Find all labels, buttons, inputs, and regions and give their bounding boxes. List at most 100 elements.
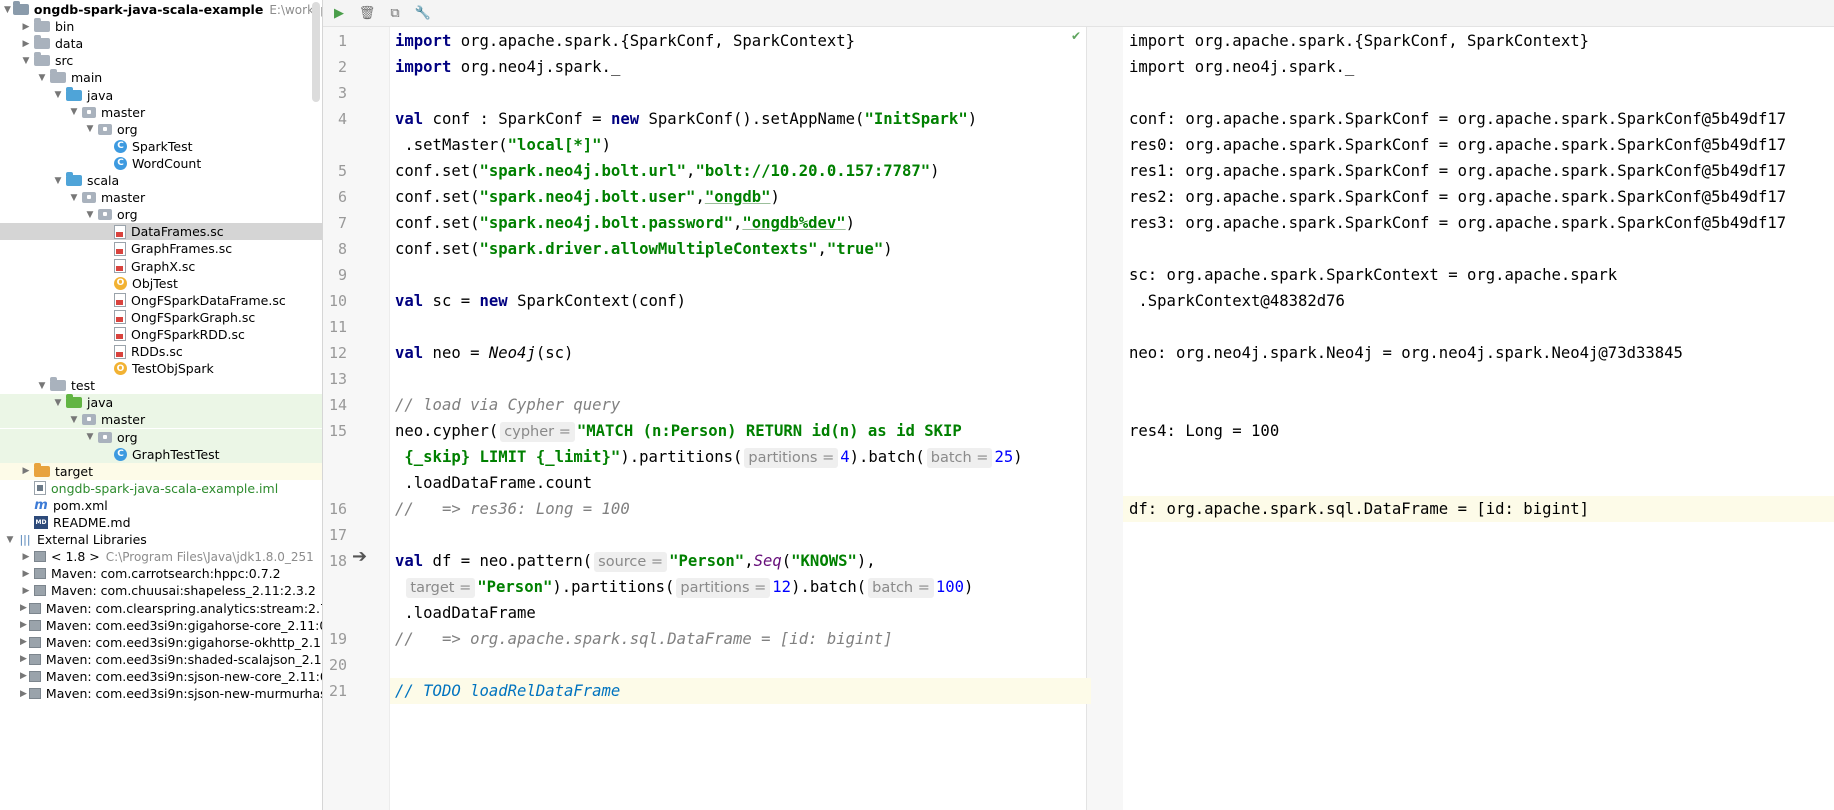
settings-button[interactable]: 🔧: [411, 1, 435, 25]
line-number: 20: [328, 656, 347, 674]
code-line[interactable]: target = "Person").partitions(partitions …: [395, 574, 973, 600]
expand-down-icon[interactable]: ▼: [84, 429, 96, 446]
expand-down-icon[interactable]: ▼: [4, 1, 11, 18]
expand-right-icon[interactable]: ▶: [20, 18, 32, 35]
expand-right-icon[interactable]: ▶: [20, 617, 27, 634]
code-line[interactable]: // => org.apache.spark.sql.DataFrame = […: [395, 626, 893, 652]
code-line[interactable]: val sc = new SparkContext(conf): [395, 288, 686, 314]
tree-item[interactable]: ▶ Maven: com.chuusai:shapeless_2.11:2.3.2: [0, 582, 322, 599]
expand-down-icon[interactable]: ▼: [68, 189, 80, 206]
expand-right-icon[interactable]: ▶: [20, 548, 32, 565]
expand-right-icon[interactable]: ▶: [20, 634, 27, 651]
copy-button[interactable]: ⧉: [383, 1, 407, 25]
tree-item[interactable]: ▼ java: [0, 394, 322, 412]
code-line[interactable]: conf.set("spark.neo4j.bolt.password","on…: [395, 210, 855, 236]
expand-down-icon[interactable]: ▼: [84, 206, 96, 223]
expand-down-icon[interactable]: ▼: [84, 121, 96, 138]
expand-down-icon[interactable]: ▼: [4, 531, 16, 548]
code-line[interactable]: // => res36: Long = 100: [395, 496, 630, 522]
tree-item[interactable]: DataFrames.sc: [0, 223, 322, 241]
tree-item[interactable]: ▼ src: [0, 52, 322, 69]
tree-item[interactable]: ▶ bin: [0, 18, 322, 35]
clear-button[interactable]: 🗑: [355, 1, 379, 25]
tree-item[interactable]: m pom.xml: [0, 497, 322, 514]
tree-item[interactable]: ▶ target: [0, 462, 322, 480]
expand-right-icon[interactable]: ▶: [20, 651, 27, 668]
tree-item[interactable]: RDDs.sc: [0, 343, 322, 360]
tree-item[interactable]: ▼ org: [0, 428, 322, 446]
tree-item[interactable]: C WordCount: [0, 155, 322, 172]
tree-item[interactable]: ▼ongdb-spark-java-scala-exampleE:\worksp…: [0, 1, 322, 18]
tree-item[interactable]: ▼ org: [0, 206, 322, 223]
code-line[interactable]: conf.set("spark.neo4j.bolt.url","bolt://…: [395, 158, 940, 184]
expand-right-icon[interactable]: ▶: [20, 600, 27, 617]
tree-scrollbar[interactable]: [312, 2, 320, 102]
tree-item[interactable]: ▼ test: [0, 377, 322, 394]
tree-item[interactable]: OngFSparkRDD.sc: [0, 326, 322, 343]
expand-down-icon[interactable]: ▼: [68, 411, 80, 428]
result-line: res1: org.apache.spark.SparkConf = org.a…: [1129, 162, 1787, 180]
code-line[interactable]: neo.cypher(cypher = "MATCH (n:Person) RET…: [395, 418, 962, 444]
expand-down-icon[interactable]: ▼: [52, 394, 64, 411]
expand-right-icon[interactable]: ▶: [20, 463, 32, 480]
code-line[interactable]: .loadDataFrame.count: [395, 470, 592, 496]
code-token: "ongdb": [704, 188, 771, 206]
tree-item[interactable]: ▼ master: [0, 411, 322, 429]
tree-item[interactable]: O TestObjSpark: [0, 360, 322, 377]
code-line[interactable]: .setMaster("local[*]"): [395, 132, 611, 158]
tree-item[interactable]: C GraphTestTest: [0, 445, 322, 463]
code-line[interactable]: {_skip} LIMIT {_limit}").partitions(part…: [395, 444, 1023, 470]
tree-item[interactable]: ▶ Maven: com.eed3si9n:gigahorse-core_2.11…: [0, 617, 322, 634]
tree-item[interactable]: OngFSparkDataFrame.sc: [0, 292, 322, 309]
expand-down-icon[interactable]: ▼: [68, 104, 80, 121]
tree-item[interactable]: ▶ Maven: com.eed3si9n:sjson-new-core_2.11…: [0, 668, 322, 685]
tree-item[interactable]: ▼ master: [0, 104, 322, 121]
result-divider[interactable]: [1086, 27, 1124, 810]
tree-item[interactable]: O ObjTest: [0, 275, 322, 292]
expand-down-icon[interactable]: ▼: [36, 69, 48, 86]
expand-right-icon[interactable]: ▶: [20, 35, 32, 52]
code-token: ).partitions(: [620, 448, 743, 466]
exec-arrow-icon[interactable]: ➔: [352, 546, 367, 567]
tree-item[interactable]: ▶ Maven: com.eed3si9n:shaded-scalajson_2.…: [0, 651, 322, 668]
tree-item[interactable]: ▼ java: [0, 86, 322, 104]
tree-item[interactable]: GraphX.sc: [0, 258, 322, 275]
expand-down-icon[interactable]: ▼: [36, 377, 48, 394]
code-line[interactable]: import org.neo4j.spark._: [395, 54, 620, 80]
tree-item[interactable]: ongdb-spark-java-scala-example.iml: [0, 480, 322, 497]
expand-right-icon[interactable]: ▶: [20, 668, 27, 685]
tree-item[interactable]: ▼ ||| External Libraries: [0, 531, 322, 548]
tree-item[interactable]: ▼ main: [0, 69, 322, 86]
tree-item[interactable]: MD README.md: [0, 514, 322, 531]
code-line[interactable]: conf.set("spark.driver.allowMultipleCont…: [395, 236, 893, 262]
tree-item[interactable]: ▼ org: [0, 121, 322, 138]
code-token: (: [781, 552, 792, 570]
tree-item[interactable]: GraphFrames.sc: [0, 240, 322, 257]
tree-item[interactable]: ▶ Maven: com.eed3si9n:sjson-new-murmurhas…: [0, 685, 322, 702]
expand-down-icon[interactable]: ▼: [52, 172, 64, 189]
expand-right-icon[interactable]: ▶: [20, 582, 32, 599]
tree-item-label: master: [101, 412, 146, 428]
code-line[interactable]: val neo = Neo4j(sc): [395, 340, 573, 366]
tree-item[interactable]: ▶ Maven: com.carrotsearch:hppc:0.7.2: [0, 565, 322, 582]
expand-right-icon[interactable]: ▶: [20, 565, 32, 582]
expand-right-icon[interactable]: ▶: [20, 685, 27, 702]
code-line[interactable]: .loadDataFrame: [395, 600, 535, 626]
expand-down-icon[interactable]: ▼: [20, 52, 32, 69]
code-line[interactable]: val df = neo.pattern(source = "Person",Se…: [395, 548, 876, 574]
code-line[interactable]: // load via Cypher query: [395, 392, 620, 418]
tree-item[interactable]: ▼ scala: [0, 172, 322, 189]
code-line[interactable]: conf.set("spark.neo4j.bolt.user","ongdb"…: [395, 184, 780, 210]
tree-item[interactable]: ▼ master: [0, 189, 322, 206]
code-line[interactable]: val conf : SparkConf = new SparkConf().s…: [395, 106, 977, 132]
tree-item[interactable]: C SparkTest: [0, 138, 322, 155]
tree-item[interactable]: ▶ data: [0, 35, 322, 52]
tree-item[interactable]: ▶ Maven: com.clearspring.analytics:stream…: [0, 600, 322, 617]
run-button[interactable]: ▶: [327, 1, 351, 25]
tree-item[interactable]: ▶ < 1.8 > C:\Program Files\Java\jdk1.8.0_2…: [0, 548, 322, 565]
code-line[interactable]: // TODO loadRelDataFrame: [390, 678, 1091, 704]
tree-item[interactable]: ▶ Maven: com.eed3si9n:gigahorse-okhttp_2.…: [0, 634, 322, 651]
tree-item[interactable]: OngFSparkGraph.sc: [0, 309, 322, 326]
expand-down-icon[interactable]: ▼: [52, 87, 64, 104]
code-line[interactable]: import org.apache.spark.{SparkConf, Spar…: [395, 28, 855, 54]
